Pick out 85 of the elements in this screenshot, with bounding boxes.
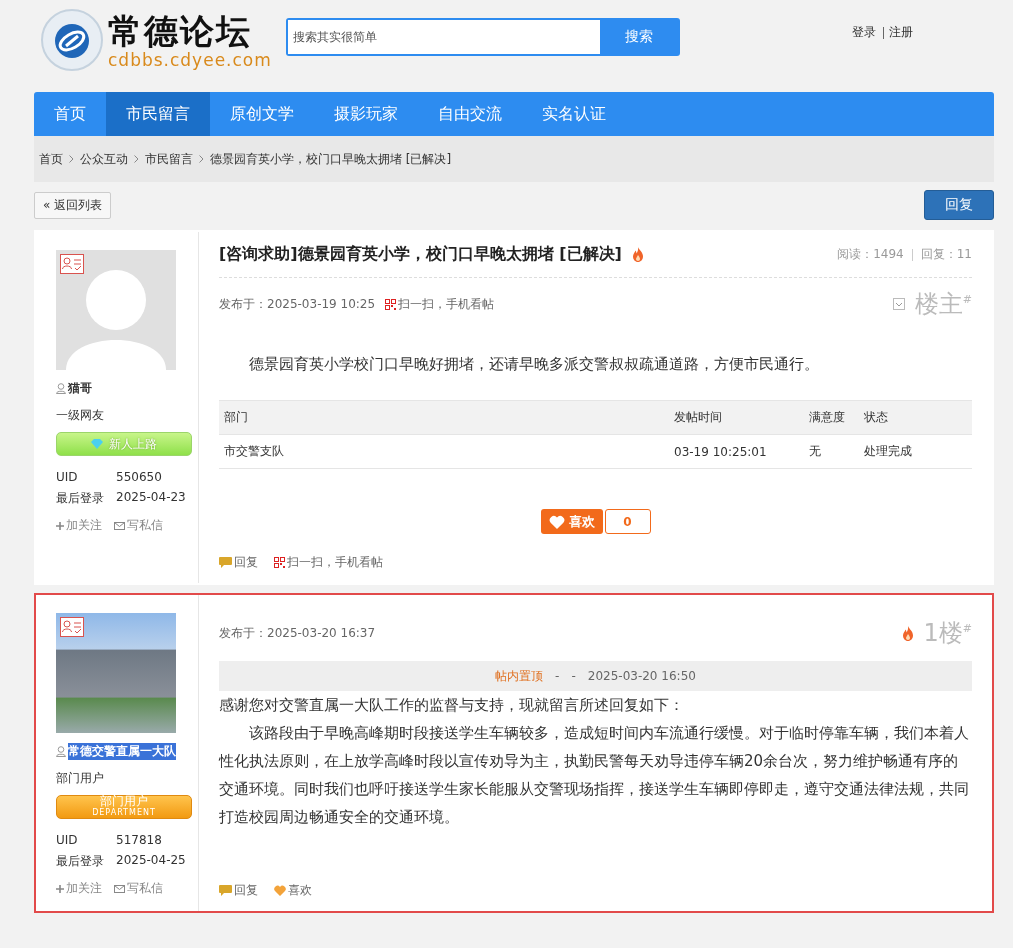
profile-card-icon[interactable] xyxy=(60,617,84,637)
plus-icon xyxy=(56,884,64,893)
speech-bubble-icon xyxy=(219,885,232,896)
pinned-label: 帖内置顶 xyxy=(495,667,544,685)
chevron-right-icon xyxy=(134,155,139,163)
breadcrumb-link[interactable]: 市民留言 xyxy=(145,150,193,168)
chevron-right-icon xyxy=(199,155,204,163)
search-field[interactable]: 搜索其实很简单 搜索 xyxy=(285,18,680,56)
profile-card-icon[interactable] xyxy=(60,254,84,274)
follow-link[interactable]: 加关注 xyxy=(56,517,102,534)
dropdown-icon[interactable] xyxy=(892,298,905,310)
breadcrumb-link[interactable]: 首页 xyxy=(39,150,63,168)
department-badge: 部门用户 DEPARTMENT xyxy=(56,795,192,819)
logo-icon xyxy=(40,8,104,72)
like-button[interactable]: 喜欢 xyxy=(540,509,603,534)
like-link[interactable]: 喜欢 xyxy=(274,882,312,899)
post-date: 发布于：2025-03-20 16:37 xyxy=(219,624,376,642)
column-header: 满意度 xyxy=(804,400,859,435)
uid-value: 550650 xyxy=(116,470,163,484)
register-link[interactable]: 注册 xyxy=(888,24,913,41)
message-link[interactable]: 写私信 xyxy=(114,880,163,897)
diamond-icon xyxy=(91,439,103,449)
last-login-value: 2025-04-23 xyxy=(116,490,187,506)
thread-title: [咨询求助]德景园育英小学，校门口早晚太拥堵 [已解决] xyxy=(219,244,622,265)
pinned-text: - xyxy=(571,669,576,683)
uid-label: UID xyxy=(56,470,79,484)
message-link[interactable]: 写私信 xyxy=(114,517,163,534)
reply-button[interactable]: 回复 xyxy=(924,190,994,220)
user-icon xyxy=(56,383,66,394)
username-link[interactable]: 常德交警直属一大队 xyxy=(68,743,176,760)
user-rank: 一级网友 xyxy=(56,407,105,424)
table-cell: 无 xyxy=(804,434,859,469)
logo-title: 常德论坛 xyxy=(108,11,253,51)
level-badge: 新人上路 xyxy=(56,432,192,456)
breadcrumb-link[interactable]: 公众互动 xyxy=(80,150,128,168)
envelope-icon xyxy=(114,884,125,893)
last-login-value: 2025-04-25 xyxy=(116,853,187,869)
login-link[interactable]: 登录 xyxy=(851,24,876,41)
column-header: 部门 xyxy=(219,400,669,435)
last-login-label: 最后登录 xyxy=(56,490,105,507)
heart-icon xyxy=(274,885,286,896)
uid-value: 517818 xyxy=(116,833,163,847)
uid-label: UID xyxy=(56,833,79,847)
nav-tab[interactable]: 原创文学 xyxy=(210,92,314,136)
view-count: 阅读：1494 xyxy=(837,246,904,263)
reply-link[interactable]: 回复 xyxy=(219,554,258,571)
user-rank: 部门用户 xyxy=(56,770,105,787)
last-login-label: 最后登录 xyxy=(56,853,105,870)
reply-link[interactable]: 回复 xyxy=(219,882,258,899)
post-date: 发布于：2025-03-19 10:25 xyxy=(219,295,376,313)
user-icon xyxy=(56,746,66,757)
nav-tab[interactable]: 实名认证 xyxy=(522,92,626,136)
floor-number: 楼主$^{#}$ xyxy=(914,289,972,320)
pinned-text: - xyxy=(555,669,560,683)
floor-number: 1楼$^{#}$ xyxy=(923,618,972,649)
nav-tab[interactable]: 自由交流 xyxy=(418,92,522,136)
nav-tab[interactable]: 摄影玩家 xyxy=(314,92,418,136)
nav-tab[interactable]: 市民留言 xyxy=(106,92,210,136)
heart-icon xyxy=(548,514,565,529)
chevron-right-icon xyxy=(69,155,74,163)
search-button[interactable]: 搜索 xyxy=(599,20,678,54)
speech-bubble-icon xyxy=(219,557,232,568)
like-count: 0 xyxy=(604,509,651,534)
table-cell: 处理完成 xyxy=(859,434,972,469)
qr-code-icon xyxy=(274,557,285,568)
reply-count: 回复：11 xyxy=(920,246,972,263)
mobile-view-link[interactable]: 扫一扫，手机看帖 xyxy=(385,295,495,313)
pinned-text: 2025-03-20 16:50 xyxy=(587,669,696,683)
logo-url: cdbbs.cdyee.com xyxy=(108,51,272,69)
table-cell: 市交警支队 xyxy=(219,434,669,469)
nav-tab[interactable]: 首页 xyxy=(34,92,106,136)
column-header: 发帖时间 xyxy=(669,400,804,435)
column-header: 状态 xyxy=(859,400,972,435)
post-paragraph: 感谢您对交警直属一大队工作的监督与支持，现就留言所述回复如下： xyxy=(219,695,685,716)
plus-icon xyxy=(56,521,64,530)
back-button[interactable]: « 返回列表 xyxy=(34,191,112,219)
qr-link[interactable]: 扫一扫，手机看帖 xyxy=(274,554,383,571)
qr-code-icon xyxy=(385,298,397,310)
envelope-icon xyxy=(114,521,125,530)
post-paragraph: 该路段由于早晚高峰期时段接送学生车辆较多，造成短时间内车流通行缓慢。对于临时停靠车辆，我们本着人性化执法原则，在上放学高峰时段以宣传劝导为主，执勤民警每天劝导违停车辆20余台次，努力维护畅通有序的交通环境。同时我们也呼吁接送学生家长能服从交警现场指挥，接送学生车辆即停即走，遵守交通法律法规，共同打造校园周边畅通安全的交通环境。 xyxy=(219,723,970,828)
breadcrumb-link[interactable]: 德景园育英小学，校门口早晚太拥堵 [已解决] xyxy=(210,150,452,168)
follow-link[interactable]: 加关注 xyxy=(56,880,102,897)
username-link[interactable]: 猫哥 xyxy=(68,380,92,397)
table-cell: 03-19 10:25:01 xyxy=(669,434,804,469)
post-paragraph: 德景园育英小学校门口早晚好拥堵，还请早晚多派交警叔叔疏通道路，方便市民通行。 xyxy=(248,354,820,375)
